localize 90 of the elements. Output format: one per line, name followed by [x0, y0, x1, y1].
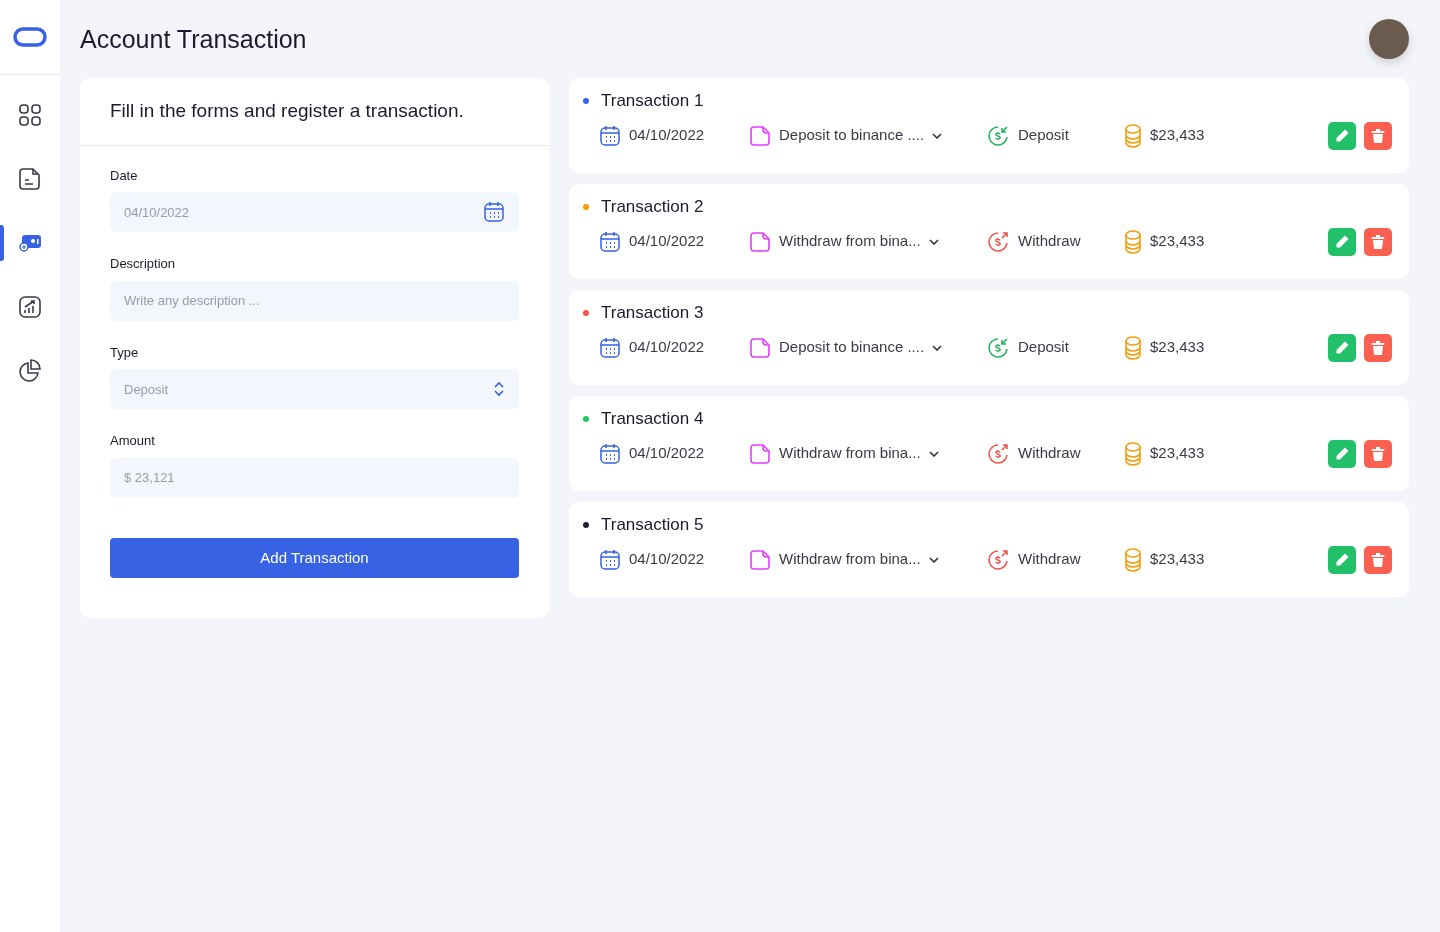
pencil-icon [1334, 551, 1350, 568]
field-label: Amount [110, 432, 156, 451]
note-icon [749, 230, 771, 253]
calendar-icon [599, 230, 621, 253]
transaction-title: Transaction 1 [601, 90, 704, 112]
chart-icon [18, 295, 42, 319]
edit-button[interactable] [1328, 439, 1356, 468]
chevron-down-icon [928, 556, 939, 563]
description-dropdown[interactable]: Withdraw from bina... [749, 442, 986, 465]
pencil-icon [1334, 445, 1350, 462]
note-icon [749, 336, 771, 359]
delete-button[interactable] [1364, 227, 1392, 256]
transaction-type: Withdraw [1018, 443, 1081, 464]
grid-icon [18, 103, 42, 127]
transaction-type: Deposit [1018, 337, 1069, 358]
transaction-type: Withdraw [1018, 549, 1081, 570]
trash-icon [1371, 339, 1385, 356]
trash-icon [1371, 551, 1385, 568]
delete-button[interactable] [1364, 545, 1392, 574]
deposit-icon [986, 123, 1010, 148]
coins-icon [1124, 441, 1142, 466]
transaction-amount: $23,433 [1150, 125, 1205, 146]
note-icon [749, 548, 771, 571]
transaction-date: 04/10/2022 [629, 337, 705, 358]
note-icon [19, 167, 41, 191]
calendar-icon [599, 336, 621, 359]
transaction-amount: $23,433 [1150, 549, 1205, 570]
withdraw-icon [986, 229, 1010, 254]
note-icon [749, 442, 771, 465]
date-field[interactable]: 04/10/2022 [110, 192, 519, 233]
chevron-down-icon [932, 132, 943, 139]
coins-icon [1124, 229, 1142, 254]
chevron-down-icon [928, 450, 939, 457]
transaction-date: 04/10/2022 [629, 549, 705, 570]
calendar-icon [599, 442, 621, 465]
trash-icon [1371, 233, 1385, 250]
transaction-title: Transaction 2 [601, 196, 704, 218]
chevron-down-icon [932, 344, 943, 351]
chevron-down-icon [928, 238, 939, 245]
transaction-title: Transaction 5 [601, 514, 704, 536]
note-icon [749, 124, 771, 147]
pencil-icon [1334, 339, 1350, 356]
pencil-icon [1334, 127, 1350, 144]
field-label: Date [110, 166, 139, 185]
calendar-icon [599, 548, 621, 571]
delete-button[interactable] [1364, 333, 1392, 362]
wallet-icon [19, 233, 41, 253]
select-arrows-icon [493, 381, 505, 398]
trash-icon [1371, 127, 1385, 144]
coins-icon [1124, 547, 1142, 572]
field-label: Description [110, 255, 177, 274]
avatar[interactable] [1369, 19, 1409, 59]
page-title: Account Transaction [80, 24, 307, 54]
transaction-amount: $23,433 [1150, 443, 1205, 464]
transaction-title: Transaction 4 [601, 408, 704, 430]
description-dropdown[interactable]: Withdraw from bina... [749, 548, 986, 571]
edit-button[interactable] [1328, 121, 1356, 150]
transaction-amount: $23,433 [1150, 231, 1205, 252]
trash-icon [1371, 445, 1385, 462]
edit-button[interactable] [1328, 227, 1356, 256]
withdraw-icon [986, 547, 1010, 572]
transaction-date: 04/10/2022 [629, 125, 705, 146]
withdraw-icon [986, 441, 1010, 466]
transaction-date: 04/10/2022 [629, 231, 705, 252]
coins-icon [1124, 335, 1142, 360]
input-field[interactable]: $ 23,121 [110, 457, 519, 498]
description-dropdown[interactable]: Deposit to binance .... [749, 336, 986, 359]
logo-icon [13, 26, 47, 48]
calendar-icon [483, 201, 505, 224]
add-transaction-button[interactable]: Add Transaction [110, 537, 519, 578]
transaction-date: 04/10/2022 [629, 443, 705, 464]
edit-button[interactable] [1328, 333, 1356, 362]
field-label: Type [110, 343, 140, 362]
delete-button[interactable] [1364, 121, 1392, 150]
transaction-type: Withdraw [1018, 231, 1081, 252]
description-dropdown[interactable]: Deposit to binance .... [749, 124, 986, 147]
select-field[interactable]: Deposit [110, 369, 519, 410]
coins-icon [1124, 123, 1142, 148]
transaction-type: Deposit [1018, 125, 1069, 146]
transaction-title: Transaction 3 [601, 302, 704, 324]
pie-chart-icon [18, 359, 42, 383]
input-field[interactable]: Write any description ... [110, 280, 519, 321]
edit-button[interactable] [1328, 545, 1356, 574]
delete-button[interactable] [1364, 439, 1392, 468]
pencil-icon [1334, 233, 1350, 250]
form-heading: Fill in the forms and register a transaction. [80, 78, 549, 146]
calendar-icon [599, 124, 621, 147]
description-dropdown[interactable]: Withdraw from bina... [749, 230, 986, 253]
transaction-amount: $23,433 [1150, 337, 1205, 358]
deposit-icon [986, 335, 1010, 360]
